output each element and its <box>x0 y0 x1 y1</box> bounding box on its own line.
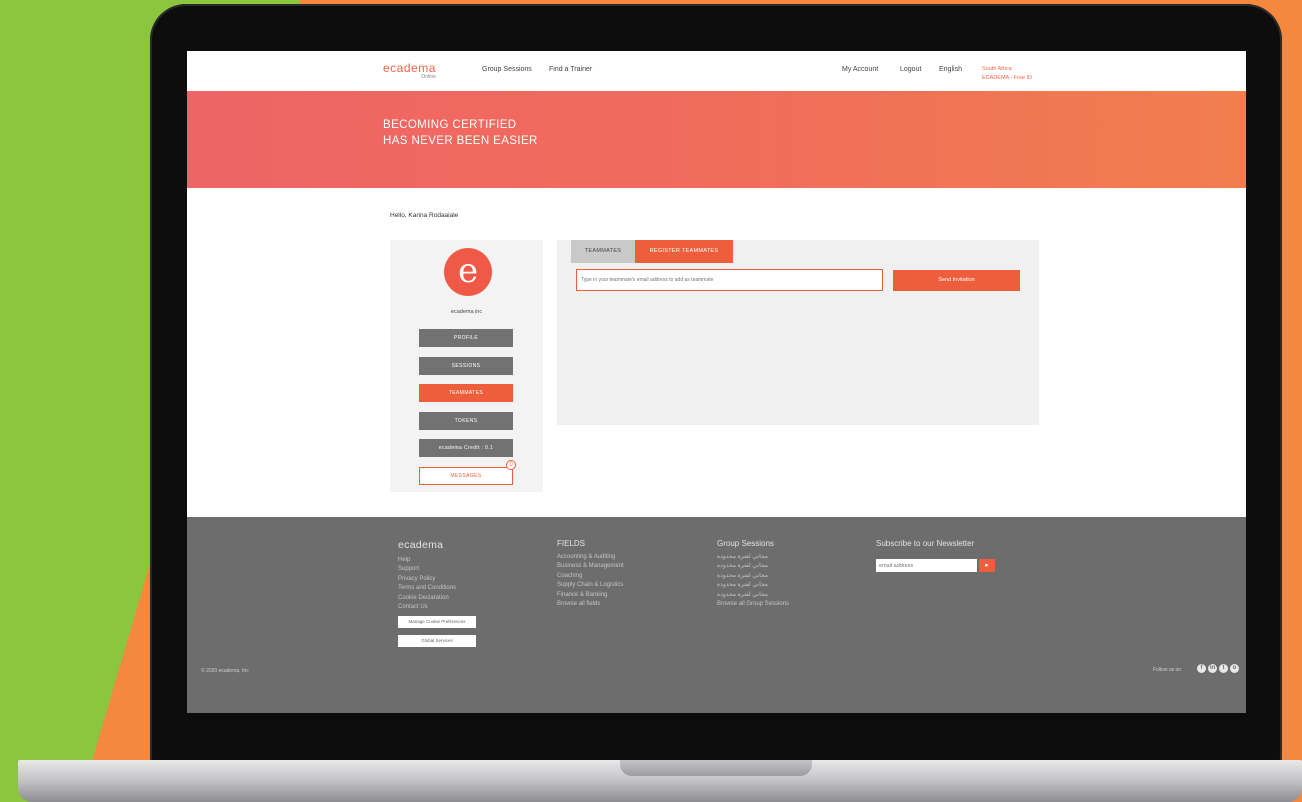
newsletter-heading: Subscribe to our Newsletter <box>876 539 975 548</box>
teammates-panel: TEAMMATES REGISTER TEAMMATES Send Invita… <box>557 240 1039 425</box>
nav-language[interactable]: English <box>939 66 962 73</box>
footer-fields-heading: FIELDS <box>557 539 586 548</box>
footer-link[interactable]: Contact Us <box>398 603 456 612</box>
facebook-icon[interactable]: f <box>1197 664 1206 673</box>
footer-link[interactable]: Browse all Group Sessions <box>717 600 789 609</box>
footer-col-sessions: Group Sessions مجاني لفترة محدودة مجاني … <box>717 539 789 609</box>
instagram-icon[interactable]: o <box>1230 664 1239 673</box>
footer-link[interactable]: Finance & Banking <box>557 591 624 600</box>
nav-find-trainer[interactable]: Find a Trainer <box>549 66 592 73</box>
site-footer: ecadema Help Support Privacy Policy Term… <box>187 517 1246 713</box>
tab-register-teammates[interactable]: REGISTER TEAMMATES <box>635 240 733 263</box>
footer-link[interactable]: Privacy Policy <box>398 575 456 584</box>
messages-button[interactable]: MESSAGES <box>419 467 513 485</box>
e-logo-icon: e <box>457 251 479 291</box>
hero-banner: BECOMING CERTIFIED HAS NEVER BEEN EASIER <box>187 91 1246 188</box>
hero-line-2: HAS NEVER BEEN EASIER <box>383 135 538 147</box>
teammates-button[interactable]: TEAMMATES <box>419 384 513 402</box>
twitter-icon[interactable]: t <box>1219 664 1228 673</box>
footer-col-fields: FIELDS Accounting & Auditing Business & … <box>557 539 624 609</box>
teammate-email-input[interactable] <box>576 269 883 291</box>
tab-teammates[interactable]: TEAMMATES <box>571 240 635 263</box>
newsletter-email-input[interactable] <box>876 559 977 572</box>
sessions-button[interactable]: SESSIONS <box>419 357 513 375</box>
company-avatar: e <box>444 248 492 296</box>
nav-region[interactable]: South Africa <box>982 66 1012 72</box>
manage-cookies-button[interactable]: Manage Cookie Preferences <box>398 616 476 628</box>
footer-link[interactable]: Accounting & Auditing <box>557 553 624 562</box>
nav-group-sessions[interactable]: Group Sessions <box>482 66 532 73</box>
messages-badge: 0 <box>506 460 516 470</box>
greeting: Hello, Karina Rodaaiale <box>390 212 459 219</box>
copyright: © 2020 ecadema, Inc <box>201 668 249 674</box>
nav-logout[interactable]: Logout <box>900 66 921 73</box>
footer-link[interactable]: مجاني لفترة محدودة <box>717 562 789 571</box>
send-invitation-button[interactable]: Send Invitation <box>893 270 1020 291</box>
footer-link[interactable]: مجاني لفترة محدودة <box>717 572 789 581</box>
footer-link[interactable]: Terms and Conditions <box>398 584 456 593</box>
linkedin-icon[interactable]: in <box>1208 664 1217 673</box>
footer-col-company: ecadema Help Support Privacy Policy Term… <box>398 539 456 612</box>
footer-sessions-heading: Group Sessions <box>717 539 774 548</box>
footer-link[interactable]: مجاني لفترة محدودة <box>717 591 789 600</box>
laptop-notch <box>620 760 812 776</box>
footer-link[interactable]: مجاني لفترة محدودة <box>717 581 789 590</box>
logo[interactable]: ecadema Online <box>383 61 436 80</box>
nav-plan[interactable]: ECADEMA - Free ID <box>982 75 1032 81</box>
footer-link[interactable]: Support <box>398 565 456 574</box>
footer-brand: ecadema <box>398 539 444 551</box>
global-services-button[interactable]: Global Services <box>398 635 476 647</box>
company-name: ecadema inc <box>450 309 483 315</box>
hero-line-1: BECOMING CERTIFIED <box>383 119 517 131</box>
credit-button[interactable]: ecadema Credit : 0.1 <box>419 439 513 457</box>
footer-link[interactable]: Cookie Declaration <box>398 594 456 603</box>
footer-col-newsletter: Subscribe to our Newsletter <box>876 539 974 553</box>
site-header: ecadema Online Group Sessions Find a Tra… <box>187 51 1246 91</box>
laptop-screen: ecadema Online Group Sessions Find a Tra… <box>187 51 1246 713</box>
footer-link[interactable]: Help <box>398 556 456 565</box>
tokens-button[interactable]: TOKENS <box>419 412 513 430</box>
nav-my-account[interactable]: My Account <box>842 66 878 73</box>
footer-link[interactable]: Business & Management <box>557 562 624 571</box>
profile-button[interactable]: PROFILE <box>419 329 513 347</box>
footer-link[interactable]: Supply Chain & Logistics <box>557 581 624 590</box>
logo-name: ecadema <box>383 61 436 75</box>
footer-link[interactable]: Coaching <box>557 572 624 581</box>
profile-sidebar: e ecadema inc PROFILE SESSIONS TEAMMATES… <box>390 240 543 492</box>
follow-us-label: Follow us on <box>1153 667 1182 673</box>
footer-link[interactable]: Browse all fields <box>557 600 624 609</box>
footer-link[interactable]: مجاني لفترة محدودة <box>717 553 789 562</box>
newsletter-submit-button[interactable]: ▸ <box>979 559 995 572</box>
